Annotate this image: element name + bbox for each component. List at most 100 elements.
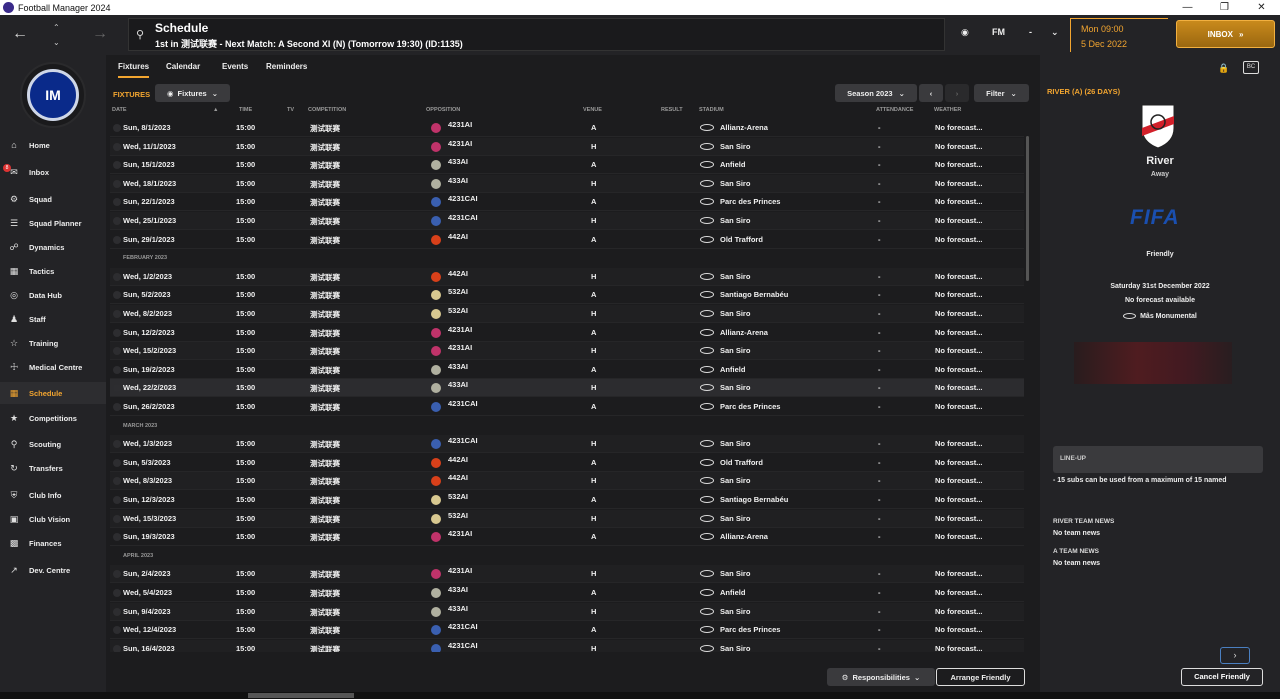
- fixture-stadium[interactable]: San Siro: [720, 514, 750, 523]
- table-row[interactable]: Sun, 5/3/2023 15:00 测试联赛 442AI A Old Tra…: [110, 454, 1024, 472]
- table-row[interactable]: Wed, 15/3/2023 15:00 测试联赛 532AI H San Si…: [110, 509, 1024, 528]
- fixture-stadium[interactable]: San Siro: [720, 216, 750, 225]
- fixture-opposition[interactable]: 4231CAI: [448, 436, 478, 445]
- sidebar-item-training[interactable]: ☆ Training: [0, 332, 106, 354]
- table-row[interactable]: Sun, 9/4/2023 15:00 测试联赛 433AI H San Sir…: [110, 602, 1024, 621]
- table-row[interactable]: Sun, 26/2/2023 15:00 测试联赛 4231CAI A Parc…: [110, 398, 1024, 416]
- fm-button[interactable]: FM: [992, 27, 1005, 37]
- fixture-opposition[interactable]: 4231AI: [448, 529, 472, 538]
- table-row[interactable]: Wed, 12/4/2023 15:00 测试联赛 4231CAI A Parc…: [110, 621, 1024, 640]
- fixture-opposition[interactable]: 4231CAI: [448, 641, 478, 650]
- table-row[interactable]: Sun, 29/1/2023 15:00 测试联赛 442AI A Old Tr…: [110, 231, 1024, 249]
- fixture-stadium[interactable]: Santiago Bernabéu: [720, 290, 788, 299]
- filter-button[interactable]: Filter ⌄: [974, 84, 1029, 102]
- fixture-stadium[interactable]: Allianz-Arena: [720, 328, 768, 337]
- cancel-friendly-button[interactable]: Cancel Friendly: [1181, 668, 1263, 686]
- fixture-stadium[interactable]: Santiago Bernabéu: [720, 495, 788, 504]
- fixture-opposition[interactable]: 442AI: [448, 473, 468, 482]
- fixture-opposition[interactable]: 4231AI: [448, 343, 472, 352]
- fixture-competition[interactable]: 测试联赛: [310, 439, 340, 450]
- column-attendance[interactable]: ATTENDANCE: [876, 107, 913, 113]
- fixture-stadium[interactable]: San Siro: [720, 476, 750, 485]
- table-row[interactable]: Sun, 19/2/2023 15:00 测试联赛 433AI A Anfiel…: [110, 361, 1024, 379]
- table-row[interactable]: Sun, 15/1/2023 15:00 测试联赛 433AI A Anfiel…: [110, 156, 1024, 175]
- back-arrow-icon[interactable]: ←: [12, 25, 28, 43]
- fixture-stadium[interactable]: Allianz-Arena: [720, 123, 768, 132]
- table-row[interactable]: Sun, 5/2/2023 15:00 测试联赛 532AI A Santiag…: [110, 286, 1024, 305]
- table-row[interactable]: Wed, 18/1/2023 15:00 测试联赛 433AI H San Si…: [110, 174, 1024, 193]
- table-row[interactable]: Wed, 1/2/2023 15:00 测试联赛 442AI H San Sir…: [110, 267, 1024, 286]
- fixture-competition[interactable]: 测试联赛: [310, 514, 340, 525]
- fixture-competition[interactable]: 测试联赛: [310, 588, 340, 599]
- fixture-stadium[interactable]: Parc des Princes: [720, 625, 780, 634]
- globe-icon[interactable]: ◉: [961, 27, 969, 38]
- fixture-competition[interactable]: 测试联赛: [310, 532, 340, 543]
- sidebar-item-data-hub[interactable]: ◎ Data Hub: [0, 284, 106, 306]
- bc-toggle[interactable]: BC: [1243, 61, 1259, 74]
- fixture-stadium[interactable]: Allianz-Arena: [720, 532, 768, 541]
- table-row[interactable]: Wed, 1/3/2023 15:00 测试联赛 4231CAI H San S…: [110, 435, 1024, 454]
- table-row[interactable]: Wed, 8/2/2023 15:00 测试联赛 532AI H San Sir…: [110, 305, 1024, 323]
- sidebar-item-scouting[interactable]: ⚲ Scouting: [0, 433, 106, 455]
- column-tv[interactable]: TV: [287, 107, 294, 113]
- column-stadium[interactable]: STADIUM: [699, 107, 724, 113]
- table-row[interactable]: Sun, 22/1/2023 15:00 测试联赛 4231CAI A Parc…: [110, 193, 1024, 212]
- column-opposition[interactable]: OPPOSITION: [426, 107, 460, 113]
- table-row[interactable]: Wed, 25/1/2023 15:00 测试联赛 4231CAI H San …: [110, 212, 1024, 230]
- scrollbar-thumb[interactable]: [248, 693, 354, 698]
- fixture-competition[interactable]: 测试联赛: [310, 160, 340, 171]
- fixture-stadium[interactable]: San Siro: [720, 383, 750, 392]
- inbox-continue-button[interactable]: INBOX »: [1176, 20, 1275, 48]
- fixture-opposition[interactable]: 433AI: [448, 176, 468, 185]
- fixture-opposition[interactable]: 442AI: [448, 269, 468, 278]
- table-row[interactable]: Wed, 8/3/2023 15:00 测试联赛 442AI H San Sir…: [110, 472, 1024, 491]
- tab-fixtures[interactable]: Fixtures: [118, 62, 150, 78]
- next-panel-button[interactable]: ›: [1220, 647, 1250, 664]
- table-row[interactable]: Sun, 16/4/2023 15:00 测试联赛 4231CAI H San …: [110, 639, 1024, 652]
- page-header[interactable]: ⚲ Schedule 1st in 测试联赛 - Next Match: A S…: [128, 18, 945, 51]
- fixture-stadium[interactable]: San Siro: [720, 179, 750, 188]
- fixture-opposition[interactable]: 433AI: [448, 362, 468, 371]
- table-row[interactable]: Wed, 5/4/2023 15:00 测试联赛 433AI A Anfield…: [110, 584, 1024, 602]
- fixture-opposition[interactable]: 433AI: [448, 604, 468, 613]
- table-row[interactable]: Sun, 19/3/2023 15:00 测试联赛 4231AI A Allia…: [110, 528, 1024, 547]
- fixture-opposition[interactable]: 4231CAI: [448, 399, 478, 408]
- sidebar-item-squad-planner[interactable]: ☰ Squad Planner: [0, 212, 106, 234]
- restore-icon[interactable]: ❐: [1206, 2, 1243, 13]
- tab-events[interactable]: Events: [222, 62, 248, 71]
- river-crest-icon[interactable]: [1139, 102, 1177, 150]
- table-row[interactable]: Sun, 2/4/2023 15:00 测试联赛 4231AI H San Si…: [110, 565, 1024, 584]
- column-venue[interactable]: VENUE: [583, 107, 602, 113]
- forward-arrow-icon[interactable]: →: [92, 25, 108, 43]
- sidebar-item-schedule[interactable]: ▦ Schedule: [0, 382, 106, 404]
- sidebar-item-inbox[interactable]: 8 ✉ Inbox: [0, 161, 106, 183]
- fixture-opposition[interactable]: 442AI: [448, 232, 468, 241]
- fixture-competition[interactable]: 测试联赛: [310, 235, 340, 246]
- chevron-down-icon[interactable]: ⌄: [53, 35, 60, 50]
- fixture-competition[interactable]: 测试联赛: [310, 309, 340, 320]
- sidebar-item-club-vision[interactable]: ▣ Club Vision: [0, 508, 106, 530]
- tab-reminders[interactable]: Reminders: [266, 62, 307, 71]
- fixture-competition[interactable]: 测试联赛: [310, 625, 340, 636]
- sidebar-item-medical-centre[interactable]: ☩ Medical Centre: [0, 356, 106, 378]
- fixture-opposition[interactable]: 532AI: [448, 287, 468, 296]
- close-icon[interactable]: ✕: [1243, 2, 1280, 13]
- minimize-icon[interactable]: —: [1169, 2, 1206, 13]
- fixture-opposition[interactable]: 433AI: [448, 380, 468, 389]
- table-row[interactable]: Wed, 11/1/2023 15:00 测试联赛 4231AI H San S…: [110, 137, 1024, 156]
- fixture-opposition[interactable]: 4231CAI: [448, 213, 478, 222]
- season-dropdown[interactable]: Season 2023 ⌄: [835, 84, 917, 102]
- fixture-competition[interactable]: 测试联赛: [310, 458, 340, 469]
- fixture-opposition[interactable]: 433AI: [448, 157, 468, 166]
- fixture-opposition[interactable]: 4231CAI: [448, 194, 478, 203]
- opponent-name[interactable]: River: [1040, 155, 1280, 167]
- column-time[interactable]: TIME: [239, 107, 252, 113]
- sidebar-item-squad[interactable]: ⚙ Squad: [0, 188, 106, 210]
- fixtures-view-dropdown[interactable]: ◉ Fixtures ⌄: [155, 84, 230, 102]
- fixture-opposition[interactable]: 532AI: [448, 511, 468, 520]
- fixture-competition[interactable]: 测试联赛: [310, 383, 340, 394]
- fixture-competition[interactable]: 测试联赛: [310, 290, 340, 301]
- fixture-opposition[interactable]: 532AI: [448, 492, 468, 501]
- sidebar-item-finances[interactable]: ▩ Finances: [0, 532, 106, 554]
- sidebar-item-club-info[interactable]: ⛨ Club Info: [0, 484, 106, 506]
